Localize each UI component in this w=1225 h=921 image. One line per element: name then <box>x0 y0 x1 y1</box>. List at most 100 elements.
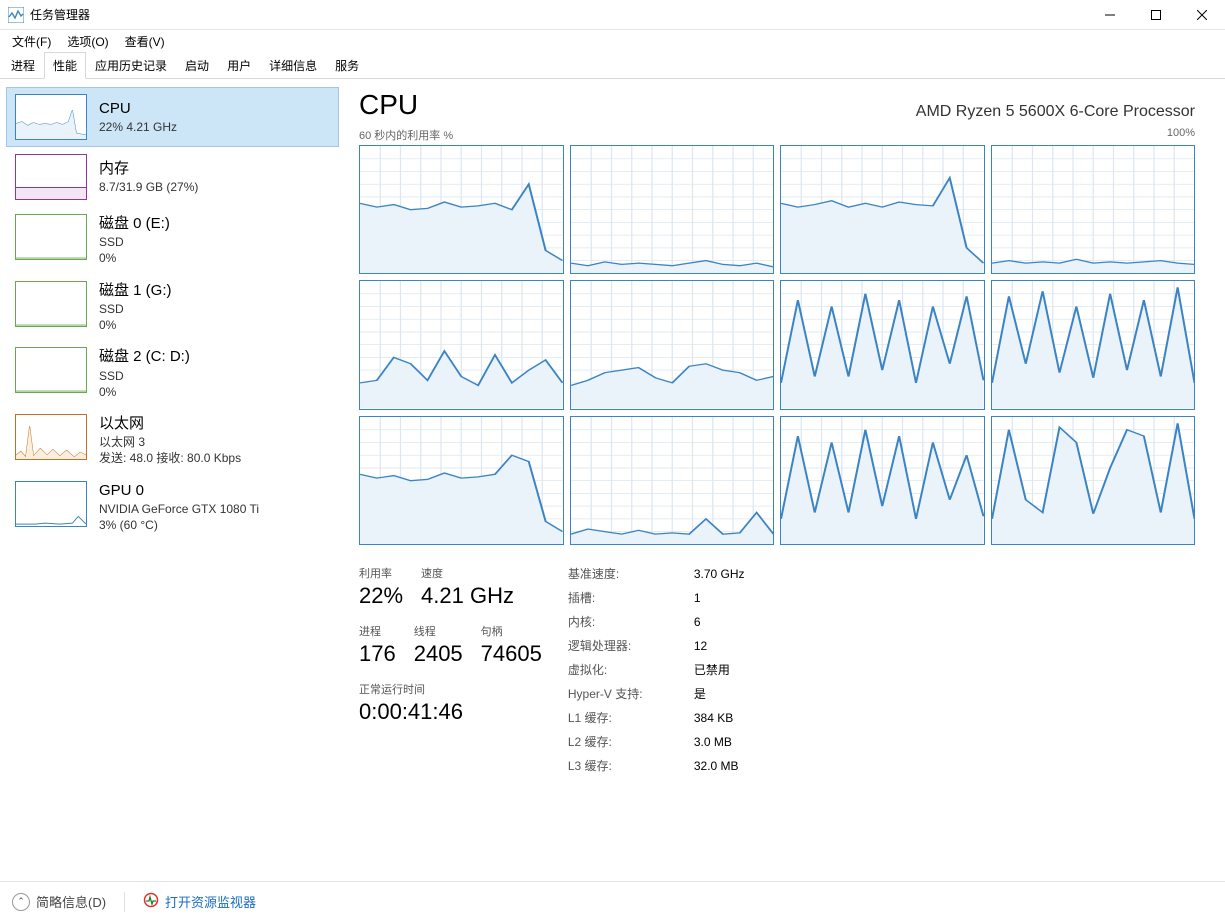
axis-right-label: 100% <box>1167 127 1195 143</box>
utilization-label: 利用率 <box>359 565 403 581</box>
window-title: 任务管理器 <box>30 6 1087 23</box>
processes-label: 进程 <box>359 623 396 639</box>
tab-1[interactable]: 性能 <box>44 52 86 79</box>
sidebar: CPU22% 4.21 GHz内存8.7/31.9 GB (27%)磁盘 0 (… <box>0 79 345 881</box>
open-resource-monitor-link[interactable]: 打开资源监视器 <box>143 892 256 911</box>
maximize-button[interactable] <box>1133 0 1179 30</box>
threads-value: 2405 <box>414 641 463 667</box>
info-val-7: 3.0 MB <box>694 735 745 749</box>
core-chart-8[interactable] <box>359 416 564 545</box>
core-chart-4[interactable] <box>359 280 564 409</box>
sidebar-item-5[interactable]: 以太网以太网 3发送: 48.0 接收: 80.0 Kbps <box>6 407 339 474</box>
page-title: CPU <box>359 89 418 121</box>
sidebar-item-title: 内存 <box>99 159 198 179</box>
resource-monitor-icon <box>143 892 159 911</box>
sidebar-item-6[interactable]: GPU 0NVIDIA GeForce GTX 1080 Ti3% (60 °C… <box>6 474 339 541</box>
tab-3[interactable]: 启动 <box>176 52 218 79</box>
info-key-5: Hyper-V 支持: <box>568 685 688 702</box>
tab-6[interactable]: 服务 <box>326 52 368 79</box>
tab-4[interactable]: 用户 <box>218 52 260 79</box>
uptime-label: 正常运行时间 <box>359 681 542 697</box>
sidebar-item-sub2: 0% <box>99 250 170 266</box>
info-key-2: 内核: <box>568 613 688 630</box>
tab-0[interactable]: 进程 <box>2 52 44 79</box>
sidebar-item-title: 磁盘 1 (G:) <box>99 281 172 301</box>
info-key-1: 插槽: <box>568 589 688 606</box>
core-chart-11[interactable] <box>991 416 1196 545</box>
axis-left-label: 60 秒内的利用率 % <box>359 127 453 143</box>
menu-view[interactable]: 查看(V) <box>117 30 173 53</box>
handles-value: 74605 <box>481 641 542 667</box>
core-chart-3[interactable] <box>991 145 1196 274</box>
sidebar-item-1[interactable]: 内存8.7/31.9 GB (27%) <box>6 147 339 207</box>
core-chart-10[interactable] <box>780 416 985 545</box>
info-val-5: 是 <box>694 685 745 702</box>
menu-file[interactable]: 文件(F) <box>4 30 59 53</box>
minimize-button[interactable] <box>1087 0 1133 30</box>
info-val-1: 1 <box>694 591 745 605</box>
thumb-chart <box>15 281 87 327</box>
sidebar-item-0[interactable]: CPU22% 4.21 GHz <box>6 87 339 147</box>
info-val-8: 32.0 MB <box>694 759 745 773</box>
sidebar-item-sub: SSD <box>99 234 170 250</box>
sidebar-item-sub: SSD <box>99 368 190 384</box>
tabstrip: 进程性能应用历史记录启动用户详细信息服务 <box>0 52 1225 79</box>
info-key-3: 逻辑处理器: <box>568 637 688 654</box>
thumb-chart <box>15 214 87 260</box>
core-chart-1[interactable] <box>570 145 775 274</box>
footer: ⌃ 简略信息(D) 打开资源监视器 <box>0 881 1225 921</box>
cpu-model: AMD Ryzen 5 5600X 6-Core Processor <box>916 103 1195 121</box>
sidebar-item-3[interactable]: 磁盘 1 (G:)SSD0% <box>6 274 339 341</box>
sidebar-item-sub: NVIDIA GeForce GTX 1080 Ti <box>99 501 259 517</box>
sidebar-item-sub: 8.7/31.9 GB (27%) <box>99 179 198 195</box>
info-table: 基准速度:3.70 GHz插槽:1内核:6逻辑处理器:12虚拟化:已禁用Hype… <box>568 565 745 774</box>
app-icon <box>8 7 24 23</box>
core-chart-0[interactable] <box>359 145 564 274</box>
info-key-8: L3 缓存: <box>568 757 688 774</box>
speed-label: 速度 <box>421 565 514 581</box>
chevron-up-icon: ⌃ <box>12 893 30 911</box>
sidebar-item-sub: 22% 4.21 GHz <box>99 119 177 135</box>
speed-value: 4.21 GHz <box>421 583 514 609</box>
core-chart-5[interactable] <box>570 280 775 409</box>
info-key-6: L1 缓存: <box>568 709 688 726</box>
info-val-0: 3.70 GHz <box>694 567 745 581</box>
info-val-3: 12 <box>694 639 745 653</box>
sidebar-item-sub2: 0% <box>99 384 190 400</box>
tab-5[interactable]: 详细信息 <box>260 52 326 79</box>
brief-info-link[interactable]: ⌃ 简略信息(D) <box>12 892 106 911</box>
cpu-core-chart-grid <box>359 145 1195 545</box>
sidebar-item-title: 磁盘 0 (E:) <box>99 214 170 234</box>
sidebar-item-title: 磁盘 2 (C: D:) <box>99 347 190 367</box>
sidebar-item-sub2: 3% (60 °C) <box>99 517 259 533</box>
divider <box>124 892 125 912</box>
sidebar-item-title: CPU <box>99 99 177 119</box>
main-panel: CPU AMD Ryzen 5 5600X 6-Core Processor 6… <box>345 79 1225 881</box>
menubar: 文件(F) 选项(O) 查看(V) <box>0 30 1225 52</box>
core-chart-7[interactable] <box>991 280 1196 409</box>
sidebar-item-4[interactable]: 磁盘 2 (C: D:)SSD0% <box>6 340 339 407</box>
thumb-chart <box>15 414 87 460</box>
processes-value: 176 <box>359 641 396 667</box>
menu-options[interactable]: 选项(O) <box>59 30 116 53</box>
sidebar-item-sub2: 发送: 48.0 接收: 80.0 Kbps <box>99 450 241 466</box>
sidebar-item-sub2: 0% <box>99 317 172 333</box>
info-val-6: 384 KB <box>694 711 745 725</box>
info-key-4: 虚拟化: <box>568 661 688 678</box>
core-chart-6[interactable] <box>780 280 985 409</box>
thumb-chart <box>15 481 87 527</box>
info-key-7: L2 缓存: <box>568 733 688 750</box>
sidebar-item-sub: 以太网 3 <box>99 434 241 450</box>
sidebar-item-title: 以太网 <box>99 414 241 434</box>
threads-label: 线程 <box>414 623 463 639</box>
core-chart-9[interactable] <box>570 416 775 545</box>
handles-label: 句柄 <box>481 623 542 639</box>
sidebar-item-2[interactable]: 磁盘 0 (E:)SSD0% <box>6 207 339 274</box>
info-val-4: 已禁用 <box>694 661 745 678</box>
core-chart-2[interactable] <box>780 145 985 274</box>
tab-2[interactable]: 应用历史记录 <box>86 52 176 79</box>
thumb-chart <box>15 347 87 393</box>
sidebar-item-title: GPU 0 <box>99 481 259 501</box>
sidebar-item-sub: SSD <box>99 301 172 317</box>
close-button[interactable] <box>1179 0 1225 30</box>
